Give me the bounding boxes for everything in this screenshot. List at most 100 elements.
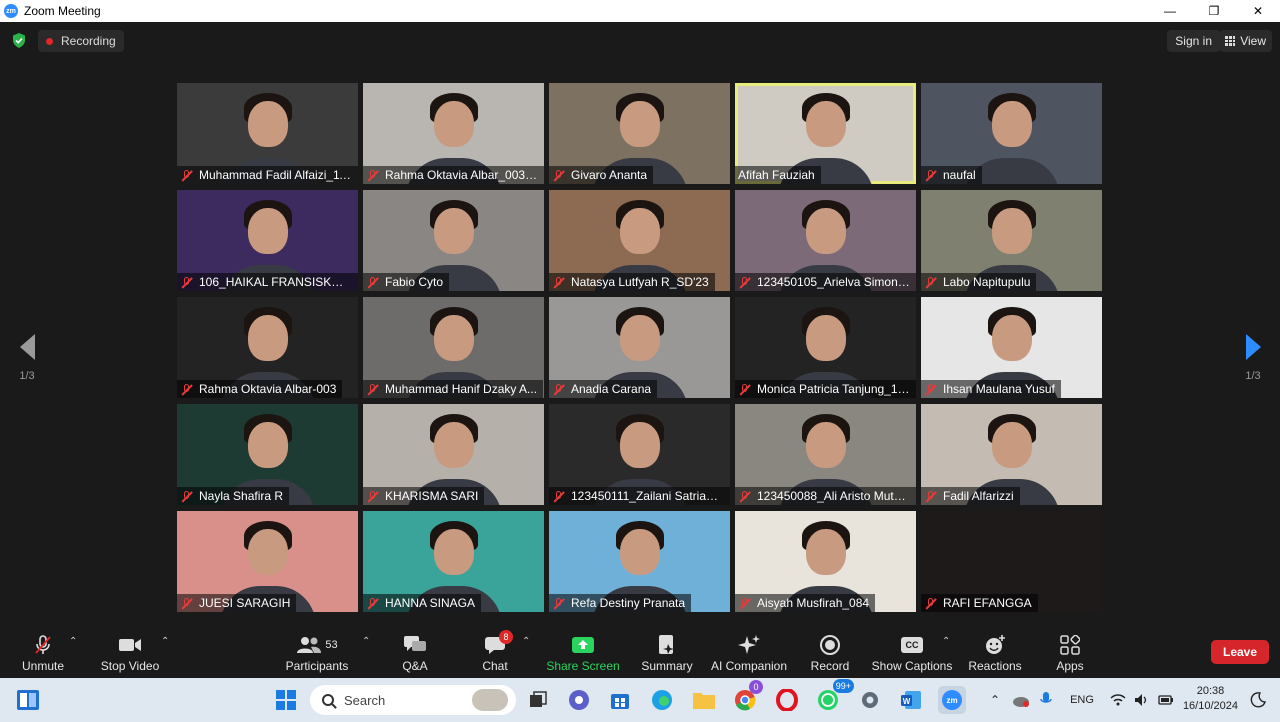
qa-button[interactable]: Q&A [396, 628, 434, 678]
mic-muted-icon [366, 276, 380, 289]
minimize-button[interactable]: — [1148, 0, 1192, 22]
battery-icon[interactable] [1158, 693, 1174, 707]
participant-tile[interactable]: Afifah Fauziah [735, 83, 916, 184]
record-button[interactable]: Record [808, 628, 852, 678]
edge-browser-icon[interactable] [648, 686, 676, 714]
zoom-taskbar-icon[interactable]: zm [938, 686, 966, 714]
svg-text:W: W [903, 697, 911, 706]
audio-options-caret-icon[interactable]: ⌃ [69, 636, 77, 647]
windows-start-icon[interactable] [272, 686, 300, 714]
chat-caret-icon[interactable]: ⌃ [522, 636, 530, 647]
file-explorer-icon[interactable] [690, 686, 718, 714]
participant-tile[interactable]: 123450088_Ali Aristo Muth... [735, 404, 916, 505]
participant-tile[interactable]: Fabio Cyto [363, 190, 544, 291]
participant-namebar: KHARISMA SARI [363, 487, 485, 505]
task-view-icon[interactable] [524, 686, 552, 714]
apps-label: Apps [1056, 658, 1084, 673]
close-window-button[interactable]: ✕ [1236, 0, 1280, 22]
apps-button[interactable]: Apps [1050, 628, 1090, 678]
captions-caret-icon[interactable]: ⌃ [942, 636, 950, 647]
whatsapp-icon[interactable]: 99+ [814, 679, 854, 714]
participant-tile[interactable]: Muhammad Hanif Dzaky A... [363, 297, 544, 398]
language-indicator[interactable]: ENG [1070, 694, 1094, 706]
previous-page-button[interactable]: 1/3 [14, 334, 40, 394]
meeting-topbar: Recording Sign in View [0, 22, 1280, 58]
participant-face [247, 529, 288, 576]
participant-tile[interactable]: Fadil Alfarizzi [921, 404, 1102, 505]
wifi-icon[interactable] [1110, 693, 1126, 707]
mic-muted-icon [552, 276, 566, 289]
participant-tile[interactable]: Anadia Carana [549, 297, 730, 398]
chrome-icon[interactable]: 0 [731, 680, 763, 714]
participant-name: Fadil Alfarizzi [943, 489, 1014, 503]
onedrive-icon[interactable] [1012, 692, 1030, 708]
participant-tile[interactable]: naufal [921, 83, 1102, 184]
mic-muted-icon [366, 383, 380, 396]
search-highlight-icon [472, 689, 508, 711]
security-shield-icon[interactable] [12, 33, 26, 48]
participant-namebar: RAFI EFANGGA [921, 594, 1038, 612]
video-options-caret-icon[interactable]: ⌃ [161, 636, 169, 647]
participant-tile[interactable]: JUESI SARAGIH [177, 511, 358, 612]
participant-tile[interactable]: Muhammad Fadil Alfaizi_115 [177, 83, 358, 184]
summary-button[interactable]: Summary [640, 628, 694, 678]
participant-name: 123450111_Zailani Satria_RB [571, 489, 724, 503]
participant-tile[interactable]: Natasya Lutfyah R_SD'23 [549, 190, 730, 291]
leave-button[interactable]: Leave [1211, 640, 1269, 664]
reactions-button[interactable]: Reactions [968, 628, 1022, 678]
tray-overflow-chevron-icon[interactable]: ⌃ [990, 693, 1000, 707]
teams-chat-icon[interactable] [565, 686, 593, 714]
stop-video-button[interactable]: Stop Video [98, 628, 162, 678]
next-page-button[interactable]: 1/3 [1240, 334, 1266, 394]
participants-button[interactable]: 53 Participants [284, 628, 350, 678]
sign-in-button[interactable]: Sign in [1167, 30, 1220, 52]
participant-tile[interactable]: Ihsan Maulana Yusuf [921, 297, 1102, 398]
participant-name: JUESI SARAGIH [199, 596, 291, 610]
participant-tile[interactable]: Refa Destiny Pranata [549, 511, 730, 612]
taskbar-clock[interactable]: 20:38 16/10/2024 [1183, 684, 1238, 714]
page-indicator-right: 1/3 [1245, 370, 1261, 382]
microsoft-store-icon[interactable] [606, 686, 634, 714]
participant-tile[interactable]: Aisyah Musfirah_084 [735, 511, 916, 612]
maximize-button[interactable]: ❐ [1192, 0, 1236, 22]
participant-tile[interactable]: 123450105_Arielva Simon S... [735, 190, 916, 291]
chat-button[interactable]: 8 Chat [476, 628, 514, 678]
participant-namebar: Fadil Alfarizzi [921, 487, 1020, 505]
participant-tile[interactable]: 123450111_Zailani Satria_RB [549, 404, 730, 505]
recording-indicator[interactable]: Recording [38, 30, 124, 52]
taskbar-search-input[interactable]: Search [310, 685, 516, 715]
participant-tile[interactable]: Rahma Oktavia Albar-003 [177, 297, 358, 398]
svg-text:zm: zm [946, 696, 957, 705]
ai-companion-button[interactable]: AI Companion [710, 628, 788, 678]
mic-muted-icon [924, 276, 938, 289]
view-button[interactable]: View [1219, 30, 1272, 52]
participant-name: Givaro Ananta [571, 168, 648, 182]
word-icon[interactable]: W [897, 686, 925, 714]
unmute-button[interactable]: Unmute [18, 628, 68, 678]
window-controls: — ❐ ✕ [1148, 0, 1280, 22]
participant-tile[interactable]: 106_HAIKAL FRANSISKO SI... [177, 190, 358, 291]
participant-name: KHARISMA SARI [385, 489, 479, 503]
participants-caret-icon[interactable]: ⌃ [362, 636, 370, 647]
participant-tile[interactable]: Labo Napitupulu [921, 190, 1102, 291]
summary-label: Summary [641, 658, 693, 673]
share-screen-button[interactable]: Share Screen [546, 628, 620, 678]
participant-tile[interactable]: Nayla Shafira R [177, 404, 358, 505]
notification-moon-icon[interactable] [1250, 692, 1266, 708]
microphone-tray-icon[interactable] [1040, 691, 1052, 709]
participant-face [805, 208, 846, 255]
participant-tile[interactable]: KHARISMA SARI [363, 404, 544, 505]
volume-icon[interactable] [1134, 693, 1150, 707]
participant-tile[interactable]: RAFI EFANGGA [921, 511, 1102, 612]
participant-tile[interactable]: Rahma Oktavia Albar_003_... [363, 83, 544, 184]
participant-tile[interactable]: HANNA SINAGA [363, 511, 544, 612]
show-captions-button[interactable]: CC Show Captions [872, 628, 952, 678]
participant-tile[interactable]: Monica Patricia Tanjung_12... [735, 297, 916, 398]
participant-namebar: Aisyah Musfirah_084 [735, 594, 876, 612]
participant-tile[interactable]: Givaro Ananta [549, 83, 730, 184]
grid-view-icon [1225, 36, 1236, 46]
settings-gear-icon[interactable] [856, 686, 884, 714]
participant-name: Monica Patricia Tanjung_12... [757, 382, 910, 396]
opera-icon[interactable] [773, 686, 801, 714]
widgets-icon[interactable] [14, 686, 42, 714]
